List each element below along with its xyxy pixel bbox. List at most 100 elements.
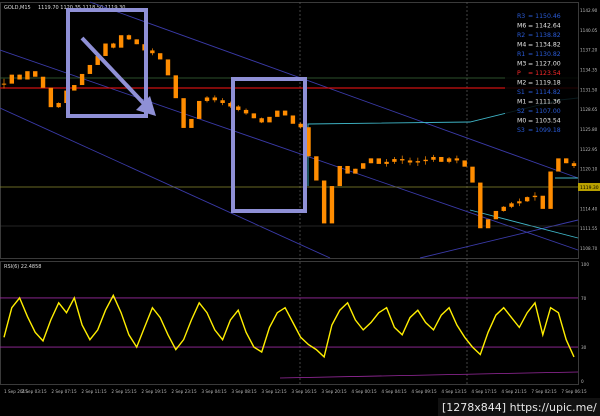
price-candle[interactable] (251, 113, 257, 119)
price-candle[interactable] (40, 76, 46, 88)
time-axis-label: 3 Sep 16:15 (291, 389, 317, 394)
price-candle[interactable] (532, 195, 538, 198)
price-candle[interactable] (298, 123, 303, 128)
price-candle[interactable] (118, 35, 124, 48)
price-candle[interactable] (493, 210, 499, 220)
rsi-axis-label: 30 (581, 345, 587, 350)
price-candle[interactable] (25, 71, 30, 80)
price-candle[interactable] (56, 103, 61, 108)
price-candle[interactable] (243, 109, 249, 114)
time-axis-label: 4 Sep 21:15 (501, 389, 527, 394)
price-axis-label: 1120.10 (580, 167, 598, 172)
price-candle[interactable] (259, 118, 264, 123)
price-candle[interactable] (337, 165, 342, 187)
price-candle[interactable] (275, 110, 280, 117)
price-candle[interactable] (150, 50, 155, 54)
price-candle[interactable] (165, 59, 171, 76)
price-candle[interactable] (197, 100, 202, 119)
chart-symbol-label: GOLD,M15 (4, 5, 31, 11)
pivot-label: R2 (517, 32, 525, 39)
price-candle[interactable] (329, 186, 335, 224)
price-axis-label: 1125.80 (580, 127, 598, 132)
price-candle[interactable] (236, 106, 241, 110)
price-candle[interactable] (368, 158, 374, 164)
price-candle[interactable] (556, 158, 561, 172)
price-candle[interactable] (189, 118, 194, 128)
time-axis-label: 2 Sep 03:15 (21, 389, 47, 394)
price-candle[interactable] (392, 159, 397, 162)
pivot-value: = 1114.82 (528, 89, 561, 96)
price-candle[interactable] (400, 159, 405, 161)
price-candle[interactable] (415, 161, 421, 163)
pivot-label: S1 (517, 89, 525, 96)
price-candle[interactable] (157, 53, 163, 60)
price-candle[interactable] (267, 116, 272, 123)
time-axis-label: 2 Sep 23:15 (171, 389, 197, 394)
pivot-value: = 1130.82 (528, 51, 561, 58)
rsi-axis-label: 0 (581, 379, 584, 384)
pivot-value: = 1127.00 (528, 61, 561, 68)
price-candle[interactable] (9, 74, 15, 84)
pivot-label: P (517, 70, 521, 77)
price-candle[interactable] (111, 43, 116, 48)
price-candle[interactable] (423, 159, 428, 162)
price-axis-label: 1137.20 (580, 48, 598, 53)
price-candle[interactable] (103, 43, 108, 56)
price-candle[interactable] (212, 97, 218, 101)
price-candle[interactable] (220, 100, 225, 104)
price-candle[interactable] (446, 158, 452, 162)
price-candle[interactable] (17, 74, 22, 80)
price-candle[interactable] (376, 158, 381, 164)
price-candle[interactable] (345, 165, 350, 174)
time-axis-label: 2 Sep 15:15 (111, 389, 137, 394)
price-candle[interactable] (439, 156, 444, 162)
pivot-value: = 1142.64 (528, 23, 561, 30)
price-axis-label: 1131.50 (580, 87, 598, 92)
pivot-label: S2 (517, 108, 525, 115)
price-candle[interactable] (290, 115, 296, 124)
time-axis-label: 4 Sep 04:15 (381, 389, 407, 394)
price-candle[interactable] (48, 87, 54, 108)
price-candle[interactable] (509, 203, 514, 207)
price-candle[interactable] (1, 83, 7, 85)
price-candle[interactable] (87, 64, 93, 74)
price-axis-label: 1142.90 (580, 8, 598, 13)
time-axis-label: 2 Sep 11:15 (81, 389, 107, 394)
pivot-label: M3 (517, 61, 526, 68)
price-candle[interactable] (517, 201, 522, 204)
price-candle[interactable] (314, 156, 319, 181)
price-candle[interactable] (353, 168, 358, 174)
price-candle[interactable] (571, 163, 577, 166)
price-axis-label: 1134.35 (580, 68, 598, 73)
price-candle[interactable] (181, 98, 186, 128)
price-candle[interactable] (470, 166, 475, 183)
price-candle[interactable] (321, 180, 327, 224)
price-candle[interactable] (540, 195, 545, 209)
price-candle[interactable] (524, 197, 530, 202)
price-chart[interactable]: GOLD,M15 1119.70 1120.35 1118.50 1119.30 1… (0, 0, 600, 416)
price-candle[interactable] (485, 219, 491, 229)
price-candle[interactable] (431, 156, 436, 160)
price-candle[interactable] (173, 75, 178, 99)
price-candle[interactable] (72, 85, 77, 91)
price-candle[interactable] (282, 110, 288, 116)
price-candle[interactable] (462, 160, 467, 167)
price-candle[interactable] (454, 158, 460, 161)
price-candle[interactable] (384, 161, 389, 164)
pivot-label: R3 (517, 13, 525, 20)
pivot-value: = 1107.00 (528, 108, 561, 115)
price-axis-label: 1122.95 (580, 147, 598, 152)
price-candle[interactable] (360, 163, 366, 169)
price-candle[interactable] (478, 182, 483, 229)
price-candle[interactable] (204, 97, 210, 101)
pivot-label: M2 (517, 80, 526, 87)
price-candle[interactable] (33, 71, 38, 77)
price-candle[interactable] (134, 39, 139, 45)
price-candle[interactable] (407, 160, 413, 163)
price-candle[interactable] (563, 158, 569, 164)
pivot-value: = 1123.54 (528, 70, 561, 77)
price-candle[interactable] (79, 73, 85, 86)
price-candle[interactable] (126, 35, 132, 40)
price-candle[interactable] (501, 206, 506, 211)
price-candle[interactable] (548, 171, 553, 209)
